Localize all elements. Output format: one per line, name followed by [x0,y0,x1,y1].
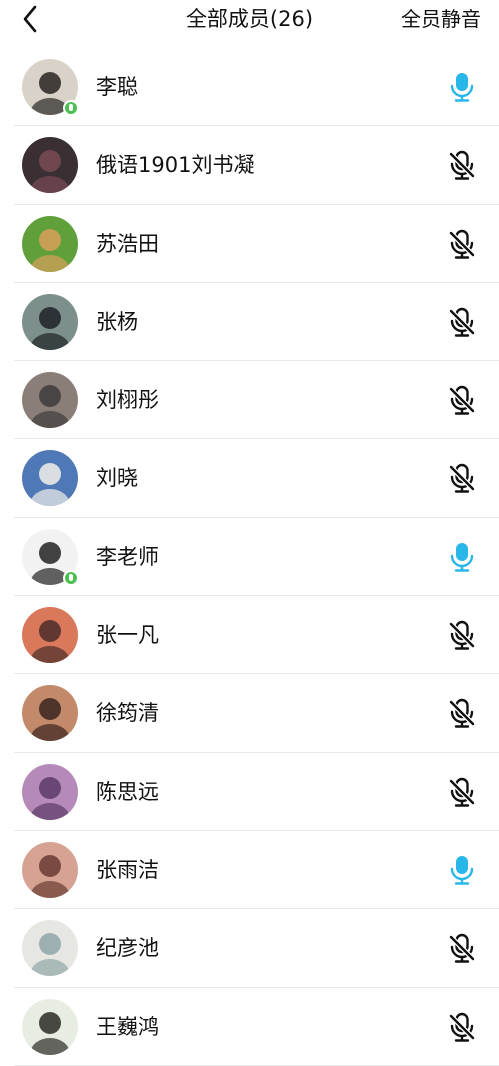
member-avatar[interactable] [22,685,78,742]
member-name: 刘晓 [96,466,138,491]
member-row[interactable]: 俄语1901刘书凝 [0,126,499,205]
member-row[interactable]: 张杨 [0,283,499,362]
avatar-image [22,450,78,507]
avatar-image [22,841,78,898]
member-row[interactable]: 纪彦池 [0,909,499,988]
top-bar: 全部成员(26) 全员静音 [0,0,499,40]
member-avatar[interactable] [22,293,78,350]
member-row[interactable]: 陈思远 [0,753,499,832]
member-row[interactable]: 刘晓 [0,439,499,519]
avatar-image [22,372,78,429]
member-row[interactable]: 李聪 [0,48,499,127]
microphone-icon [450,73,474,102]
mic-on-icon[interactable] [446,541,478,573]
member-avatar[interactable] [22,215,78,272]
avatar-image [22,685,78,742]
mic-muted-icon[interactable] [446,619,478,651]
mic-muted-icon[interactable] [446,149,478,181]
mic-muted-icon[interactable] [446,697,478,729]
member-name: 李聪 [96,75,138,99]
mic-muted-icon[interactable] [446,228,478,260]
member-row[interactable]: 张一凡 [0,596,499,675]
mic-on-icon[interactable] [446,71,478,103]
microphone-off-icon [448,620,476,650]
microphone-off-icon [448,464,476,494]
mic-muted-icon[interactable] [446,462,478,494]
member-name: 张一凡 [96,623,159,648]
member-name: 张杨 [96,309,138,334]
microphone-off-icon [448,385,476,415]
microphone-icon [450,542,474,572]
mic-on-icon[interactable] [446,854,478,886]
member-avatar[interactable] [22,450,78,507]
mic-muted-icon[interactable] [446,932,478,964]
member-name: 苏浩田 [96,231,159,256]
avatar-image [22,763,78,820]
avatar-image [22,920,78,977]
speaking-badge [63,569,79,586]
member-name: 陈思远 [96,779,159,804]
member-name: 张雨洁 [96,857,159,882]
microphone-off-icon [448,1012,476,1042]
mic-muted-icon[interactable] [446,1011,478,1043]
avatar-image [22,137,78,194]
member-name: 徐筠清 [96,701,159,726]
microphone-icon [450,855,474,885]
microphone-off-icon [448,307,476,337]
avatar-image [22,607,78,664]
microphone-off-icon [448,934,476,963]
member-row[interactable]: 王巍鸿 [0,988,499,1066]
avatar-image [22,215,78,272]
member-name: 刘栩彤 [96,388,159,413]
member-row[interactable]: 刘栩彤 [0,361,499,440]
member-name: 李老师 [96,544,159,569]
avatar-image [22,998,78,1055]
member-row[interactable]: 李老师 [0,518,499,597]
member-list: 李聪俄语1901刘书凝 苏浩田张杨刘栩彤刘晓李老师张一凡徐筠清陈思远张雨洁纪彦池王… [0,48,499,1066]
avatar-image [22,293,78,350]
mute-all-button[interactable]: 全员静音 [401,5,481,33]
microphone-off-icon [448,699,476,729]
microphone-off-icon [448,151,476,180]
mic-muted-icon[interactable] [446,776,478,808]
member-name: 王巍鸿 [96,1014,159,1039]
member-avatar[interactable] [22,137,78,194]
member-name: 纪彦池 [96,936,159,961]
member-avatar[interactable] [22,763,78,820]
microphone-off-icon [448,777,476,807]
member-avatar[interactable] [22,372,78,429]
member-avatar[interactable] [22,998,78,1055]
mic-muted-icon[interactable] [446,384,478,416]
member-avatar[interactable] [22,841,78,898]
member-avatar[interactable] [22,920,78,977]
member-name: 俄语1901刘书凝 [96,153,255,178]
member-row[interactable]: 苏浩田 [0,205,499,284]
member-row[interactable]: 徐筠清 [0,674,499,753]
speaking-badge [63,100,79,116]
member-avatar[interactable] [22,607,78,664]
mic-muted-icon[interactable] [446,306,478,338]
microphone-off-icon [448,229,476,259]
member-row[interactable]: 张雨洁 [0,831,499,910]
